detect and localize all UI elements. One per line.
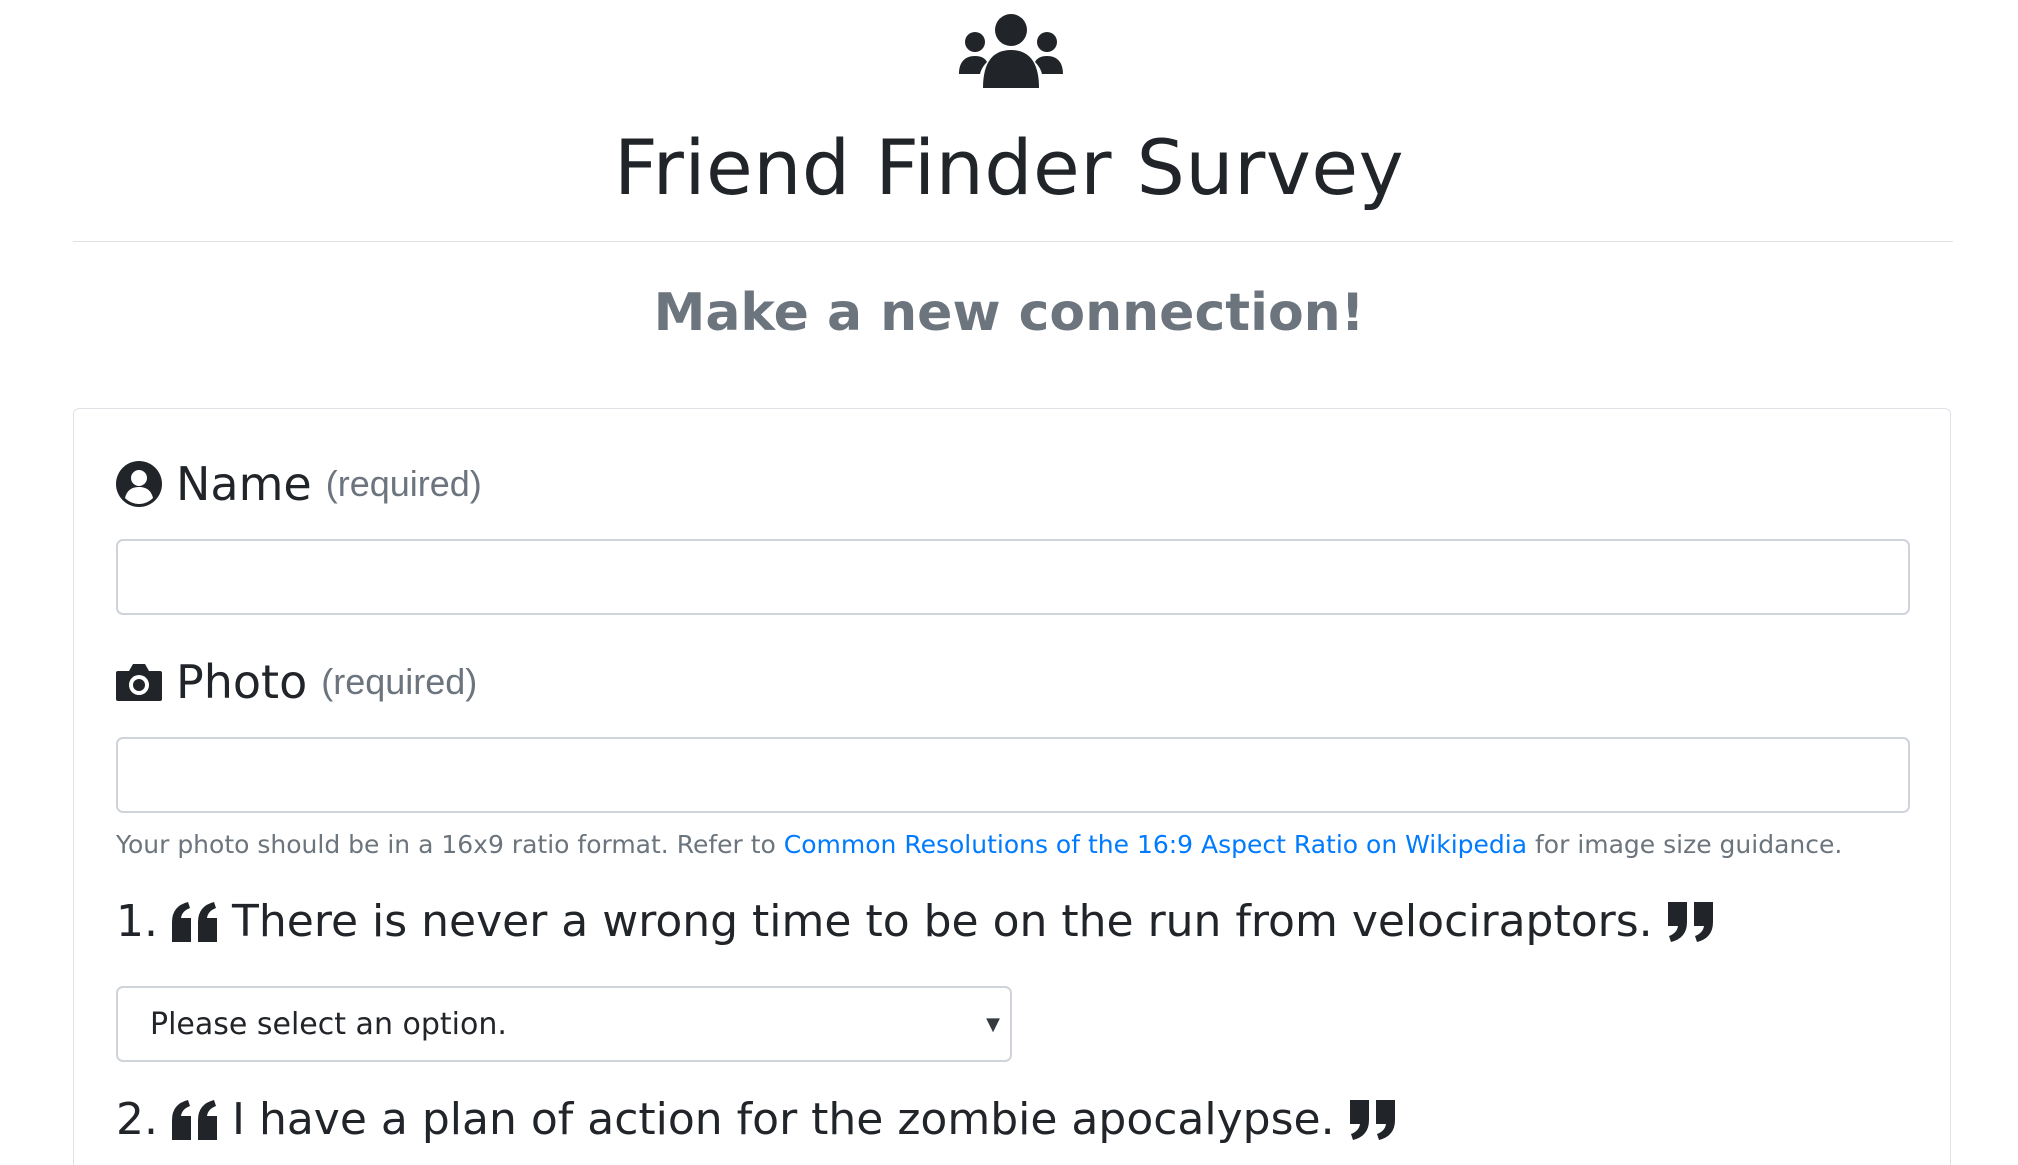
- camera-icon: [116, 664, 162, 701]
- caret-down-icon: ▼: [986, 1014, 1000, 1035]
- photo-input[interactable]: [116, 737, 1910, 813]
- name-label-text: Name: [176, 457, 312, 511]
- page-subtitle: Make a new connection!: [653, 283, 1365, 343]
- quote-right-icon: [1667, 901, 1713, 942]
- photo-required-note: (required): [321, 661, 478, 702]
- name-label: Name (required): [116, 457, 482, 511]
- question-2-number: 2.: [116, 1094, 158, 1145]
- photo-help-suffix: for image size guidance.: [1527, 830, 1843, 859]
- page-title: Friend Finder Survey: [613, 123, 1405, 212]
- photo-label-text: Photo: [176, 655, 308, 709]
- question-1-text: There is never a wrong time to be on the…: [231, 896, 1653, 947]
- users-icon: [959, 14, 1063, 88]
- photo-help-text: Your photo should be in a 16x9 ratio for…: [116, 830, 1842, 859]
- user-circle-icon: [116, 461, 162, 507]
- question-1-selected-value: Please select an option.: [150, 1006, 507, 1042]
- header-divider: [73, 241, 1953, 242]
- quote-left-icon: [171, 901, 217, 942]
- question-2-text: I have a plan of action for the zombie a…: [231, 1094, 1335, 1145]
- name-required-note: (required): [325, 463, 482, 504]
- question-1: 1. There is never a wrong time to be on …: [116, 896, 1727, 947]
- name-input[interactable]: [116, 539, 1910, 615]
- page: Friend Finder Survey Make a new connecti…: [0, 0, 2018, 1165]
- photo-help-prefix: Your photo should be in a 16x9 ratio for…: [116, 830, 784, 859]
- quote-left-icon: [171, 1099, 217, 1140]
- quote-right-icon: [1349, 1099, 1395, 1140]
- photo-label: Photo (required): [116, 655, 477, 709]
- wikipedia-aspect-ratio-link[interactable]: Common Resolutions of the 16:9 Aspect Ra…: [784, 830, 1527, 859]
- question-1-number: 1.: [116, 896, 158, 947]
- question-1-select[interactable]: Please select an option. ▼: [116, 986, 1012, 1062]
- question-2: 2. I have a plan of action for the zombi…: [116, 1094, 1409, 1145]
